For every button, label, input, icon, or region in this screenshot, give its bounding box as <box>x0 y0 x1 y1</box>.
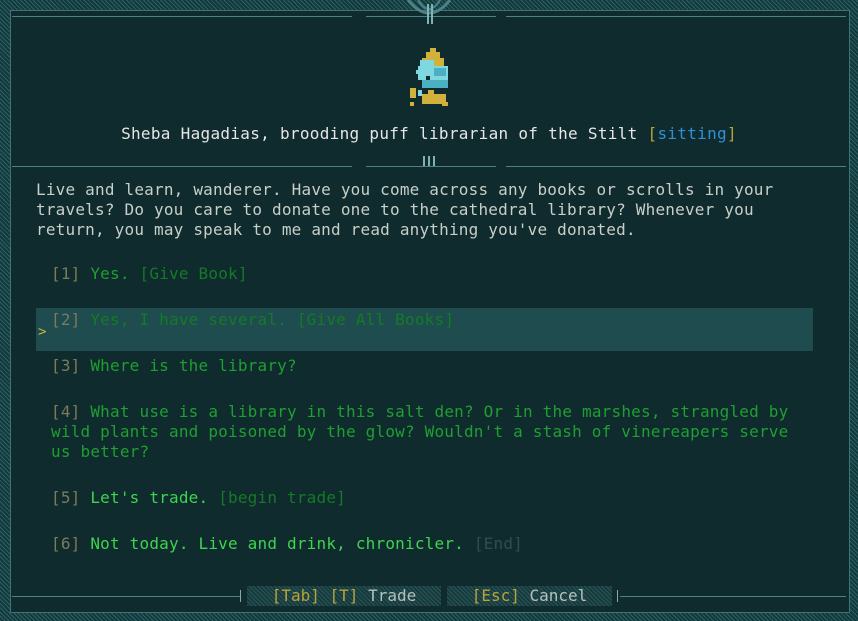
npc-portrait <box>410 48 448 106</box>
npc-status: sitting <box>657 124 727 143</box>
cancel-button[interactable]: [Esc] Cancel <box>447 586 612 606</box>
trade-key-hint: [Tab] [T] <box>271 586 359 605</box>
trade-button[interactable]: [Tab] [T] Trade <box>247 586 441 606</box>
choice-text: What use is a library in this salt den? … <box>51 402 789 461</box>
dialogue-choice-6[interactable]: [6] Not today. Live and drink, chronicle… <box>36 534 813 554</box>
dialogue-text: Live and learn, wanderer. Have you come … <box>36 180 774 239</box>
status-bracket-close: ] <box>726 124 737 143</box>
footer-tick-right <box>617 590 618 602</box>
cancel-key-hint: [Esc] <box>471 586 520 605</box>
dialogue-choice-3[interactable]: [3] Where is the library? <box>36 356 813 376</box>
dialogue-choice-4[interactable]: [4] What use is a library in this salt d… <box>36 402 813 462</box>
dialogue-choice-5[interactable]: [5] Let's trade. [begin trade] <box>36 488 813 508</box>
choice-number: [1] <box>51 264 81 283</box>
choice-text: Where is the library? <box>90 356 297 375</box>
choice-text: Not today. Live and drink, chronicler. <box>90 534 464 553</box>
choice-tag: [End] <box>473 534 524 553</box>
trade-label: Trade <box>368 586 417 605</box>
choice-number: [4] <box>51 402 81 421</box>
top-divider-right <box>506 16 846 17</box>
choice-tag: [Give Book] <box>139 264 248 283</box>
cancel-label: Cancel <box>529 586 588 605</box>
bottom-divider-left <box>12 596 240 597</box>
choice-tag: [begin trade] <box>218 488 347 507</box>
selection-cursor-icon: > <box>38 324 47 340</box>
dialogue-choice-1[interactable]: [1] Yes. [Give Book] <box>36 264 813 284</box>
bottom-divider-right <box>620 596 846 597</box>
mid-ornament-icon <box>423 156 435 166</box>
choice-number: [3] <box>51 356 81 375</box>
choice-text: Let's trade. <box>90 488 209 507</box>
mid-divider-right <box>506 166 846 167</box>
npc-name: Sheba Hagadias, brooding puff librarian … <box>121 124 638 143</box>
mid-divider-left <box>12 166 352 167</box>
choice-tag: [Give All Books] <box>296 310 455 329</box>
top-divider-left <box>12 16 352 17</box>
npc-title: Sheba Hagadias, brooding puff librarian … <box>0 124 858 143</box>
choice-text: Yes. <box>90 264 130 283</box>
dialogue-choice-2[interactable]: > [2] Yes, I have several. [Give All Boo… <box>36 308 813 351</box>
footer-tick-left <box>240 590 241 602</box>
choice-number: [2] <box>51 310 81 329</box>
choice-text: Yes, I have several. <box>90 310 287 329</box>
choice-number: [6] <box>51 534 81 553</box>
top-ornament-icon <box>406 0 452 24</box>
status-bracket-open: [ <box>647 124 658 143</box>
choice-number: [5] <box>51 488 81 507</box>
